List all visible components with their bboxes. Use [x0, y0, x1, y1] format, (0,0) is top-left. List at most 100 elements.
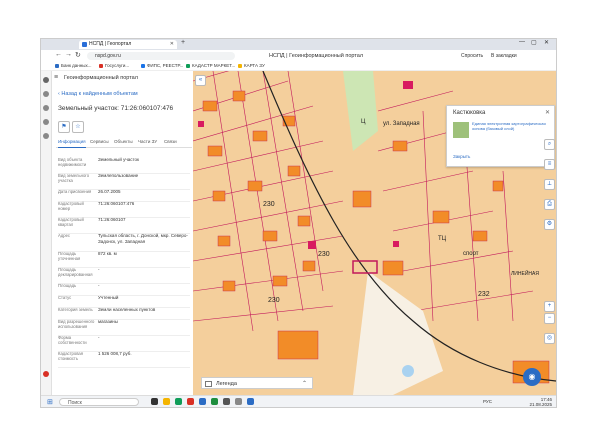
info-row: Адрес Тульская область, г. Донской, мкр. …	[58, 233, 190, 252]
url-text: nspd.gov.ru	[95, 53, 121, 59]
edge-icon[interactable]	[175, 398, 182, 405]
info-row-key: Кадастровая стоимость	[58, 351, 83, 361]
windows-taskbar: ⊞ Поиск РУС 17:46 21.08.2025	[41, 395, 556, 407]
info-row: Вид земельного участка Землепользование	[58, 173, 190, 190]
app-icon[interactable]	[223, 398, 230, 405]
ask-button[interactable]: Спросить	[461, 52, 483, 60]
forward-arrow-icon[interactable]: →	[65, 51, 72, 58]
favorite-star-icon[interactable]: ☆	[72, 121, 84, 133]
panel-tabs: Информация Сервисы Объекты Части ЗУ Связ…	[56, 137, 192, 148]
taskbar-clock[interactable]: 17:46 21.08.2025	[529, 397, 552, 407]
print-icon[interactable]: ⎙	[544, 199, 555, 210]
share-icon[interactable]: ⚑	[58, 121, 70, 133]
info-row-value: 71:26:060107	[98, 217, 126, 222]
info-row-key: Вид земельного участка	[58, 173, 90, 183]
collapse-panel-button[interactable]: «	[195, 75, 206, 86]
measure-icon[interactable]: ⟂	[544, 179, 555, 190]
app-icon[interactable]	[235, 398, 242, 405]
info-row-value: 1 526 008,7 руб.	[98, 351, 132, 356]
sidebar-app-icon[interactable]	[43, 105, 49, 111]
browser-window: НСПД | Геопортал ✕ + — ▢ ✕ ← → ↻ nspd.go…	[40, 38, 557, 408]
tab-info[interactable]: Информация	[58, 137, 86, 148]
open-area	[353, 271, 443, 395]
tab-services[interactable]: Сервисы	[90, 137, 109, 147]
address-bar[interactable]: nspd.gov.ru	[87, 52, 235, 60]
card-close-link[interactable]: Закрыть	[453, 154, 470, 159]
info-row-value: Тульская область, г. Донской, мкр. Север…	[98, 233, 188, 244]
tab-links[interactable]: Связи	[164, 137, 177, 147]
zoom-in-icon[interactable]: +	[544, 301, 555, 312]
windows-start-icon[interactable]: ⊞	[47, 398, 53, 406]
sidebar-app-icon[interactable]	[43, 77, 49, 83]
language-indicator[interactable]: РУС	[483, 398, 492, 406]
explorer-icon[interactable]	[163, 398, 170, 405]
new-tab-button[interactable]: +	[181, 39, 185, 46]
close-tab-icon[interactable]: ✕	[170, 40, 174, 49]
search-icon[interactable]: ⌕	[544, 139, 555, 150]
tab-objects[interactable]: Объекты	[114, 137, 133, 147]
zoom-out-icon[interactable]: −	[544, 313, 555, 324]
object-title: Земельный участок: 71:26:060107:476	[58, 105, 174, 112]
quarter-label: 230	[318, 251, 330, 258]
reload-icon[interactable]: ↻	[75, 51, 81, 59]
info-row: Кадастровый номер 71:26:060107:476	[58, 201, 190, 218]
close-window-button[interactable]: ✕	[544, 39, 549, 46]
bookmark-icon	[99, 63, 103, 68]
park-area	[343, 71, 378, 151]
info-row-key: Кадастровый номер	[58, 201, 84, 211]
assistant-button[interactable]: ◉	[523, 368, 541, 386]
quarter-label: 230	[263, 201, 275, 208]
yandex-icon[interactable]	[187, 398, 194, 405]
sidebar-app-icon[interactable]	[43, 133, 49, 139]
info-row-value: -	[98, 267, 100, 272]
street-label: ТЦ	[438, 236, 447, 242]
close-card-icon[interactable]: ✕	[545, 109, 550, 116]
card-title: Кастюковка	[453, 110, 486, 116]
bookmark-item[interactable]: ФИПС, РЕЕСТР...	[141, 62, 183, 70]
street-label: ул. Западная	[383, 121, 420, 127]
minimize-button[interactable]: —	[519, 39, 525, 45]
taskbar-search-label: Поиск	[68, 400, 82, 406]
locate-icon[interactable]: ◎	[544, 333, 555, 344]
chevron-icon: ⌃	[301, 381, 307, 387]
info-row-key: Площадь декларированная	[58, 267, 93, 277]
info-row-value: Земельный участок	[98, 157, 139, 162]
info-row-key: Площадь	[58, 283, 77, 288]
bookmark-item[interactable]: КАДАСТР МАРКЕТ...	[186, 62, 235, 70]
info-row-key: Дата присвоения	[58, 189, 92, 194]
sidebar-app-icon[interactable]	[43, 91, 49, 97]
tab-parts[interactable]: Части ЗУ	[138, 137, 157, 147]
browser-tab-active[interactable]: НСПД | Геопортал ✕	[79, 40, 177, 49]
info-row: Вид разрешенного использования магазины	[58, 319, 190, 336]
bookmark-item[interactable]: Банк данных...	[55, 62, 92, 70]
info-row-key: Форма собственности	[58, 335, 87, 345]
taskbar-search[interactable]: Поиск	[59, 398, 139, 406]
info-row-key: Кадастровый квартал	[58, 217, 84, 227]
legend-button[interactable]: Легенда ⌃	[201, 377, 313, 389]
menu-icon[interactable]: ≡	[54, 74, 58, 81]
bookmark-item[interactable]: КАРТА ЗУ	[238, 62, 265, 70]
app-icon[interactable]	[247, 398, 254, 405]
info-row-key: Адрес	[58, 233, 70, 238]
selected-parcel	[352, 260, 378, 274]
info-row-value: 71:26:060107:476	[98, 201, 135, 206]
task-view-icon[interactable]	[151, 398, 158, 405]
sidebar-app-icon[interactable]	[43, 119, 49, 125]
layers-icon[interactable]: ≡	[544, 159, 555, 170]
sidebar-app-icon[interactable]	[43, 371, 49, 377]
map-view[interactable]: 230 230 230 232 226 ТЦ ул. Западная спор…	[193, 71, 556, 395]
back-arrow-icon[interactable]: ←	[55, 51, 62, 58]
panel-title: Геоинформационный портал	[64, 75, 138, 81]
bookmark-button[interactable]: В закладки	[491, 52, 517, 60]
info-row-value: Землепользование	[98, 173, 139, 178]
street-label: ЛИНЕЙНАЯ	[511, 271, 539, 277]
info-row: Форма собственности -	[58, 335, 190, 352]
maximize-button[interactable]: ▢	[531, 39, 537, 46]
back-to-results-link[interactable]: ‹ Назад к найденным объектам	[58, 91, 138, 97]
word-icon[interactable]	[199, 398, 206, 405]
info-row-value: 26.07.2005	[98, 189, 121, 194]
excel-icon[interactable]	[211, 398, 218, 405]
settings-icon[interactable]: ⚙	[544, 219, 555, 230]
info-row-value: магазины	[98, 319, 118, 324]
bookmark-item[interactable]: Госуслуги...	[99, 62, 129, 70]
